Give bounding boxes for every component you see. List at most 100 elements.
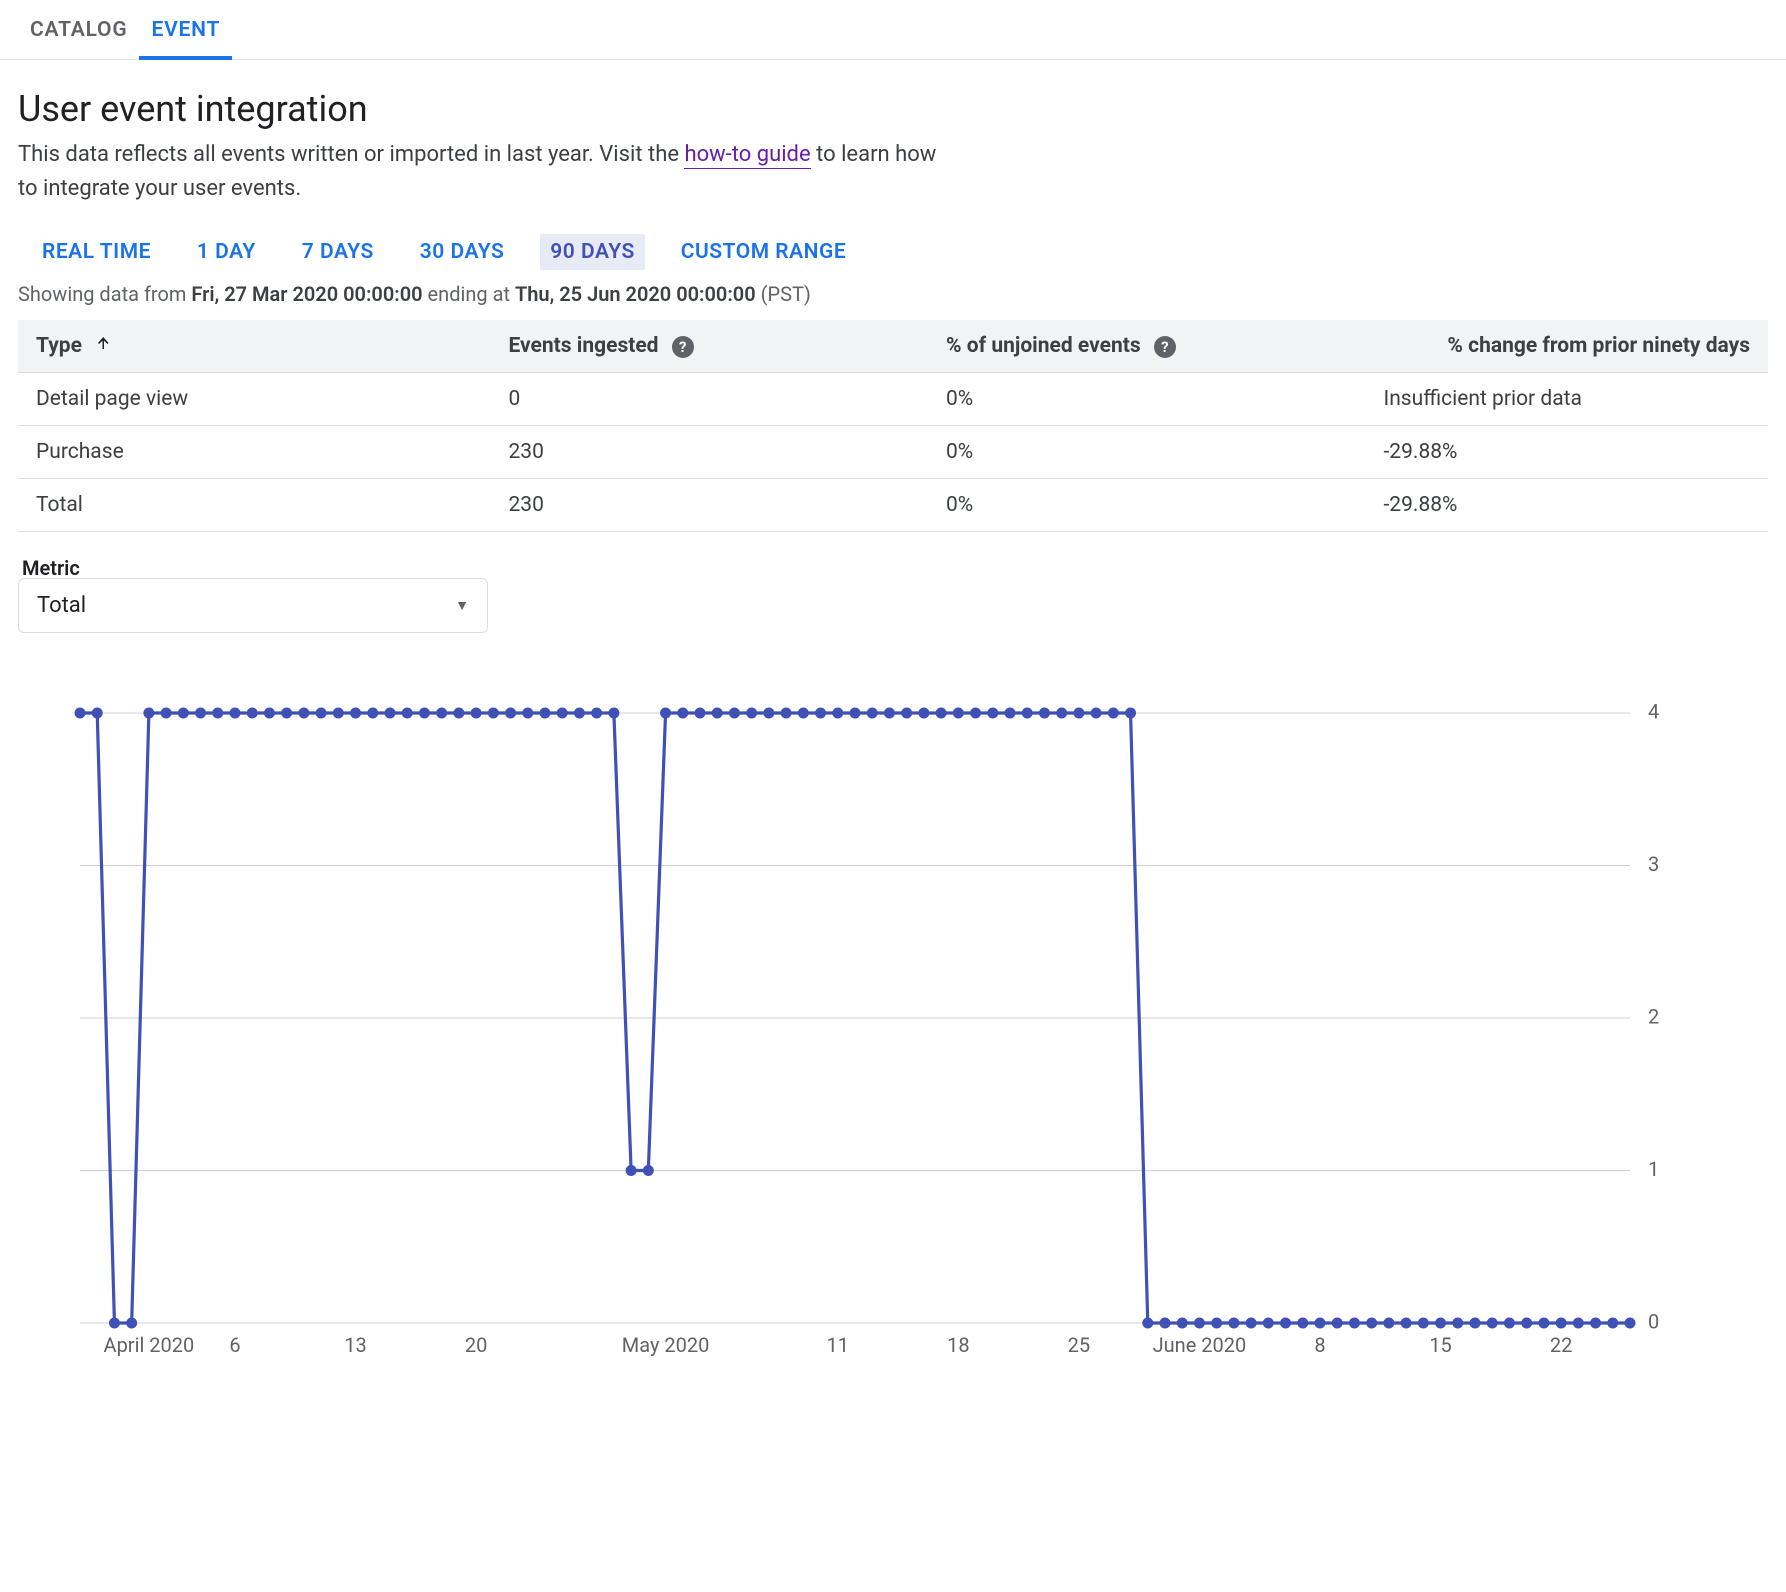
tab-catalog[interactable]: CATALOG [18,0,139,59]
series-dot [884,708,895,719]
x-tick: 15 [1429,1333,1451,1357]
y-tick: 4 [1648,703,1659,723]
events-table: Type Events ingested ? % of unjoined eve… [18,320,1768,532]
series-dot [918,708,929,719]
series-dot [815,708,826,719]
page-title: User event integration [18,88,1786,130]
series-dot [798,708,809,719]
cell-type: Total [18,479,491,532]
cell-events-ingested: 0 [491,373,929,426]
series-dot [1573,1318,1584,1329]
series-dot [901,708,912,719]
series-dot [643,1165,654,1176]
range-30-days[interactable]: 30 DAYS [410,234,515,270]
series-dot [1315,1318,1326,1329]
series-dot [1452,1318,1463,1329]
table-row: Detail page view00%Insufficient prior da… [18,373,1768,426]
series-dot [505,708,516,719]
series-dot [1194,1318,1205,1329]
cell-type: Purchase [18,426,491,479]
col-events-ingested-label: Events ingested [509,334,659,358]
cell-type: Detail page view [18,373,491,426]
series-dot [75,708,86,719]
series-dot [143,708,154,719]
range-custom-range[interactable]: CUSTOM RANGE [671,234,856,270]
range-7-days[interactable]: 7 DAYS [292,234,384,270]
series-dot [1125,708,1136,719]
series-dot [488,708,499,719]
series-dot [471,708,482,719]
series-dot [850,708,861,719]
series-dot [1366,1318,1377,1329]
x-tick: 22 [1550,1333,1572,1357]
help-icon[interactable]: ? [1154,336,1176,358]
series-dot [1263,1318,1274,1329]
series-dot [264,708,275,719]
x-tick: 20 [465,1333,487,1357]
how-to-guide-link[interactable]: how-to guide [684,142,810,169]
series-dot [212,708,223,719]
table-row: Purchase2300%-29.88% [18,426,1768,479]
series-dot [781,708,792,719]
series-dot [178,708,189,719]
series-dot [402,708,413,719]
series-dot [1160,1318,1171,1329]
series-dot [1228,1318,1239,1329]
series-dot [660,708,671,719]
range-real-time[interactable]: REAL TIME [32,234,161,270]
series-dot [1056,708,1067,719]
col-pct-unjoined[interactable]: % of unjoined events ? [928,320,1366,373]
series-dot [247,708,258,719]
metric-block: Metric Total ▼ [18,556,1768,633]
series-dot [1108,708,1119,719]
series-dot [1349,1318,1360,1329]
col-events-ingested[interactable]: Events ingested ? [491,320,929,373]
series-dot [626,1165,637,1176]
x-tick: 13 [344,1333,366,1357]
col-pct-change[interactable]: % change from prior ninety days [1366,320,1769,373]
col-type-label: Type [36,334,82,358]
range-selector: REAL TIME 1 DAY 7 DAYS 30 DAYS 90 DAYS CUSTOM… [0,224,1786,278]
showing-mid: ending at [423,282,515,306]
x-tick: 25 [1068,1333,1090,1357]
series-dot [126,1318,137,1329]
y-tick: 2 [1648,1004,1659,1028]
series-dot [987,708,998,719]
x-tick: April 2020 [104,1333,195,1357]
cell-pct-change: -29.88% [1366,479,1769,532]
sort-ascending-icon [95,334,113,358]
range-1-day[interactable]: 1 DAY [187,234,266,270]
col-type[interactable]: Type [18,320,491,373]
series-dot [540,708,551,719]
showing-to: Thu, 25 Jun 2020 00:00:00 [515,282,756,306]
series-dot [1487,1318,1498,1329]
metric-label: Metric [22,556,1768,580]
series-dot [161,708,172,719]
series-dot [367,708,378,719]
series-dot [1590,1318,1601,1329]
table-row: Total2300%-29.88% [18,479,1768,532]
series-dot [695,708,706,719]
help-icon[interactable]: ? [672,336,694,358]
series-dot [453,708,464,719]
series-dot [1177,1318,1188,1329]
series-dot [1470,1318,1481,1329]
series-dot [281,708,292,719]
x-tick: 18 [947,1333,969,1357]
series-dot [419,708,430,719]
series-dot [92,708,103,719]
x-tick: June 2020 [1153,1333,1247,1357]
series-dot [298,708,309,719]
cell-pct-unjoined: 0% [928,426,1366,479]
series-dot [763,708,774,719]
range-90-days[interactable]: 90 DAYS [540,234,645,270]
x-tick: 6 [229,1333,240,1357]
series-dot [1418,1318,1429,1329]
metric-selected-value: Total [37,593,86,618]
series-dot [1504,1318,1515,1329]
metric-select[interactable]: Total ▼ [18,578,488,633]
series-dot [1435,1318,1446,1329]
tab-event[interactable]: EVENT [139,0,232,60]
series-dot [1142,1318,1153,1329]
chart-svg: 01234April 202061320May 2020111825June 2… [60,703,1700,1383]
